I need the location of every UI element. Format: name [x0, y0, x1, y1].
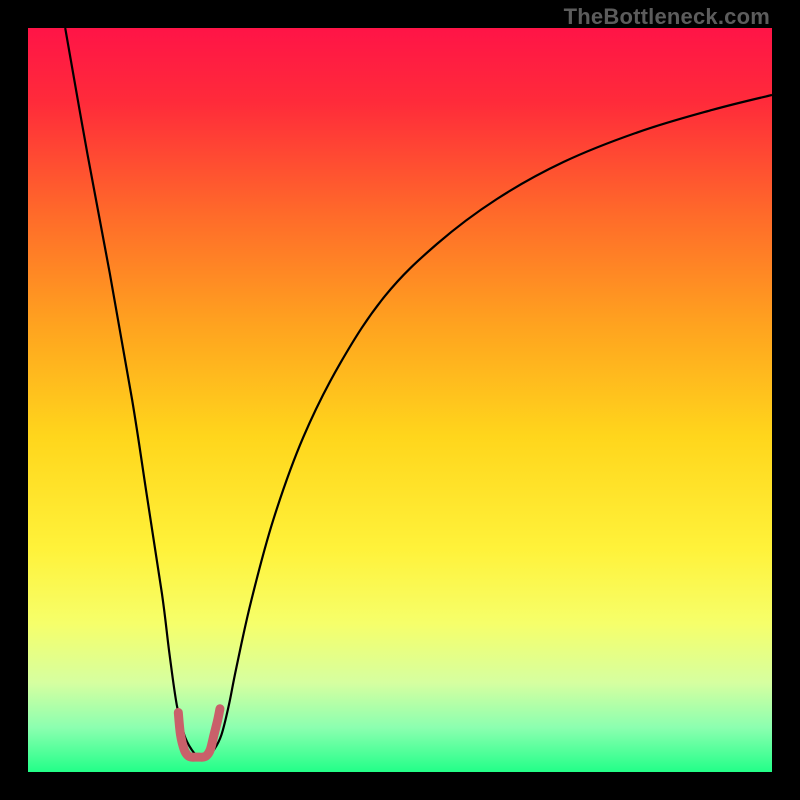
chart-frame: TheBottleneck.com — [0, 0, 800, 800]
curve-layer — [28, 28, 772, 772]
optimal-range-marker — [178, 709, 220, 757]
plot-area — [28, 28, 772, 772]
watermark-text: TheBottleneck.com — [564, 4, 770, 30]
bottleneck-curve — [65, 28, 772, 758]
